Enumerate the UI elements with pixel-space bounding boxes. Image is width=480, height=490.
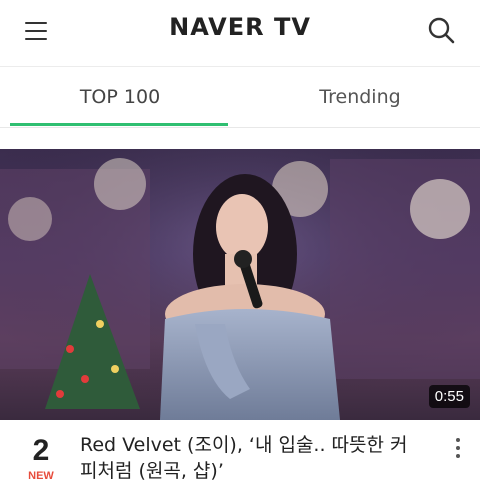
active-tab-indicator: [10, 123, 228, 126]
rank-number: 2: [32, 434, 50, 467]
video-duration: 0:55: [428, 385, 470, 408]
video-thumbnail[interactable]: 0:55: [0, 149, 480, 420]
tab-bar: TOP 100 Trending: [0, 67, 480, 127]
naver-tv-logo[interactable]: NAVER TV: [0, 13, 480, 41]
app-header: NAVER TV: [0, 0, 480, 62]
thumbnail-image: [0, 149, 480, 420]
more-vertical-icon[interactable]: [448, 436, 468, 466]
list-item: 2 NEW Red Velvet (조이), ‘내 입술.. 따뜻한 커피처럼 …: [0, 420, 480, 490]
search-icon[interactable]: [426, 15, 458, 47]
tabs-divider: [0, 127, 480, 128]
tab-trending[interactable]: Trending: [240, 67, 480, 127]
tab-top100[interactable]: TOP 100: [0, 67, 240, 127]
new-badge: NEW: [28, 470, 54, 482]
video-title[interactable]: Red Velvet (조이), ‘내 입술.. 따뜻한 커피처럼 (원곡, 샵…: [80, 432, 420, 484]
